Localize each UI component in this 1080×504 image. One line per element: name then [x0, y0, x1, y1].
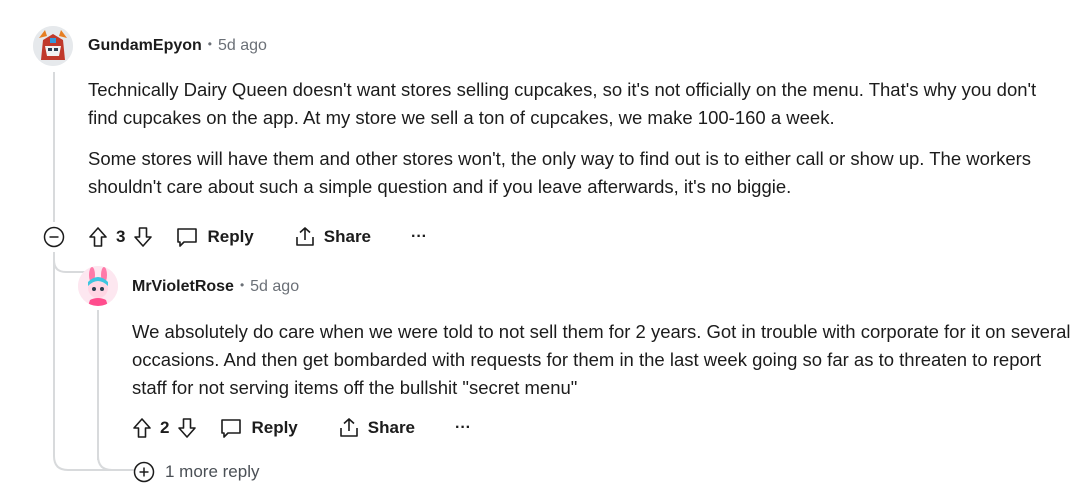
comment-bubble-icon — [177, 228, 198, 247]
vote-count: 2 — [160, 418, 170, 437]
comment-body: Technically Dairy Queen doesn't want sto… — [88, 76, 1053, 201]
more-replies-label: 1 more reply — [165, 462, 260, 481]
more-options-icon: ··· — [455, 419, 471, 436]
timestamp[interactable]: 5d ago — [250, 278, 299, 296]
comment-paragraph: We absolutely do care when we were told … — [132, 321, 1071, 398]
collapse-minus-icon — [43, 226, 65, 248]
upvote-button[interactable] — [88, 226, 108, 248]
avatar[interactable] — [33, 26, 73, 66]
share-button[interactable]: Share — [294, 226, 371, 248]
vote-count: 3 — [116, 227, 126, 246]
downvote-button[interactable] — [177, 417, 197, 439]
downvote-button[interactable] — [133, 226, 153, 248]
more-options-button[interactable]: ··· — [455, 419, 471, 437]
comment-body: We absolutely do care when we were told … — [132, 318, 1072, 402]
separator-dot: • — [207, 37, 212, 51]
reply-label: Reply — [207, 227, 254, 246]
share-icon — [295, 227, 314, 246]
more-options-button[interactable]: ··· — [411, 228, 427, 246]
share-button[interactable]: Share — [338, 417, 415, 439]
comment-actions: 2 Reply Share ··· — [132, 416, 471, 440]
reply-button[interactable]: Reply — [175, 226, 254, 248]
share-label: Share — [323, 227, 372, 246]
upvote-arrow-icon — [89, 227, 107, 247]
comment-header: MrVioletRose • 5d ago — [132, 278, 299, 296]
timestamp[interactable]: 5d ago — [218, 37, 267, 55]
more-options-icon: ··· — [411, 228, 427, 245]
reply-label: Reply — [251, 418, 298, 437]
thread-curve-3 — [97, 452, 131, 471]
username[interactable]: GundamEpyon — [88, 37, 202, 55]
upvote-arrow-icon — [133, 418, 151, 438]
collapse-thread-button[interactable] — [43, 226, 65, 248]
share-icon — [339, 418, 358, 437]
downvote-arrow-icon — [178, 418, 197, 438]
downvote-arrow-icon — [134, 227, 153, 247]
share-label: Share — [367, 418, 416, 437]
reply-button[interactable]: Reply — [219, 417, 298, 439]
expand-plus-icon — [133, 461, 155, 483]
bunny-avatar-icon — [78, 266, 118, 306]
gundam-avatar-icon — [33, 26, 73, 66]
separator-dot: • — [239, 278, 245, 292]
more-replies-button[interactable]: 1 more reply — [133, 461, 259, 483]
thread-line-child — [97, 310, 99, 460]
upvote-button[interactable] — [132, 417, 152, 439]
comment-header: GundamEpyon • 5d ago — [88, 37, 267, 55]
avatar[interactable] — [78, 266, 118, 306]
comment-paragraph: Technically Dairy Queen doesn't want sto… — [88, 79, 1037, 128]
username[interactable]: MrVioletRose — [132, 278, 234, 296]
thread-line-reply — [53, 252, 55, 456]
comment-paragraph: Some stores will have them and other sto… — [88, 148, 1032, 197]
comment-actions: 3 Reply Share ··· — [88, 225, 427, 249]
comment-bubble-icon — [221, 419, 242, 438]
thread-line-main — [53, 72, 55, 222]
